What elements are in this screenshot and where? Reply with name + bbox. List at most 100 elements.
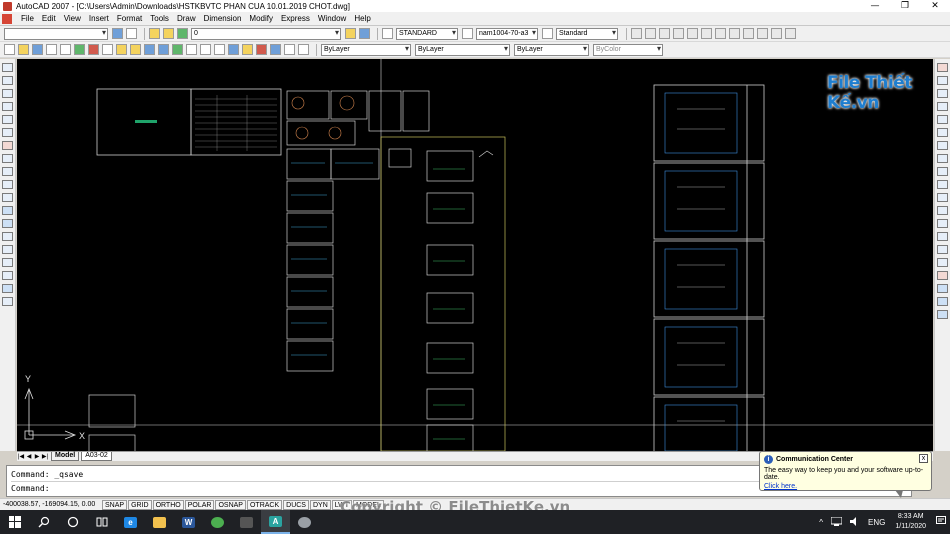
fillet-icon[interactable] — [937, 258, 948, 267]
text-style-dropdown[interactable]: STANDARD — [396, 27, 458, 40]
paste-icon[interactable] — [116, 44, 127, 55]
language-indicator[interactable]: ENG — [864, 518, 889, 527]
insert-block-icon[interactable] — [2, 206, 13, 215]
autocad-taskbar-icon[interactable]: A — [261, 510, 290, 534]
camera-app-icon[interactable] — [232, 510, 261, 534]
tool-palettes-icon[interactable] — [256, 44, 267, 55]
line-icon[interactable] — [2, 63, 13, 72]
ellipse-arc-icon[interactable] — [2, 193, 13, 202]
quick-dimension-icon[interactable] — [729, 28, 740, 39]
bubble-close-button[interactable]: x — [919, 454, 928, 463]
dimension-diameter-icon[interactable] — [701, 28, 712, 39]
plot-icon[interactable] — [46, 44, 57, 55]
dimension-ordinate-icon[interactable] — [673, 28, 684, 39]
stretch-icon[interactable] — [937, 167, 948, 176]
workspace-dropdown[interactable] — [4, 27, 108, 40]
redo-icon[interactable] — [158, 44, 169, 55]
layer-on-icon[interactable] — [163, 28, 174, 39]
open-file-icon[interactable] — [18, 44, 29, 55]
dimension-radius-icon[interactable] — [687, 28, 698, 39]
rectangle-icon[interactable] — [2, 115, 13, 124]
workspace-settings-icon[interactable] — [112, 28, 123, 39]
menu-view[interactable]: View — [60, 14, 85, 23]
menu-help[interactable]: Help — [350, 14, 374, 23]
dim-style-icon[interactable] — [462, 28, 473, 39]
linetype-dropdown[interactable]: ByLayer — [415, 43, 510, 56]
point-icon[interactable] — [2, 232, 13, 241]
move-icon[interactable] — [937, 128, 948, 137]
search-icon[interactable] — [29, 510, 58, 534]
layer-freeze-icon[interactable] — [177, 28, 188, 39]
circle-icon[interactable] — [2, 141, 13, 150]
spline-icon[interactable] — [2, 167, 13, 176]
region-icon[interactable] — [2, 271, 13, 280]
plot-preview-icon[interactable] — [60, 44, 71, 55]
gradient-icon[interactable] — [2, 258, 13, 267]
make-block-icon[interactable] — [2, 219, 13, 228]
array-icon[interactable] — [937, 115, 948, 124]
draw-order-icon[interactable] — [937, 284, 948, 293]
cortana-icon[interactable] — [58, 510, 87, 534]
break-at-point-icon[interactable] — [937, 206, 948, 215]
menu-window[interactable]: Window — [314, 14, 350, 23]
workspace-save-icon[interactable] — [126, 28, 137, 39]
offset-icon[interactable] — [937, 102, 948, 111]
dimension-baseline-icon[interactable] — [743, 28, 754, 39]
dimension-aligned-icon[interactable] — [645, 28, 656, 39]
revision-cloud-icon[interactable] — [2, 154, 13, 163]
ortho-toggle[interactable]: ORTHO — [152, 499, 184, 510]
explode-icon[interactable] — [937, 271, 948, 280]
layer-previous-icon[interactable] — [359, 28, 370, 39]
osnap-toggle[interactable]: OSNAP — [215, 499, 246, 510]
quick-leader-icon[interactable] — [771, 28, 782, 39]
menu-dimension[interactable]: Dimension — [200, 14, 246, 23]
new-file-icon[interactable] — [4, 44, 15, 55]
hatch-icon[interactable] — [2, 245, 13, 254]
mirror-icon[interactable] — [937, 89, 948, 98]
send-to-back-icon[interactable] — [937, 310, 948, 319]
table-style-icon[interactable] — [542, 28, 553, 39]
lineweight-dropdown[interactable]: ByLayer — [514, 43, 589, 56]
layer-manager-icon[interactable] — [149, 28, 160, 39]
table-icon[interactable] — [2, 284, 13, 293]
text-style-icon[interactable] — [382, 28, 393, 39]
bubble-click-here-link[interactable]: Click here. — [764, 483, 927, 490]
tab-next-button[interactable]: ▶ — [33, 453, 41, 460]
polar-toggle[interactable]: POLAR — [184, 499, 215, 510]
polyline-icon[interactable] — [2, 89, 13, 98]
start-button[interactable] — [0, 510, 29, 534]
dimension-continue-icon[interactable] — [757, 28, 768, 39]
multiline-text-icon[interactable] — [2, 297, 13, 306]
menu-edit[interactable]: Edit — [38, 14, 60, 23]
taskbar-clock[interactable]: 8:33 AM 1/11/2020 — [889, 512, 932, 532]
drawing-canvas[interactable]: Y X File Thiết Kế.vn — [17, 59, 933, 451]
ducs-toggle[interactable]: DUCS — [283, 499, 309, 510]
chamfer-icon[interactable] — [937, 245, 948, 254]
word-icon[interactable]: W — [174, 510, 203, 534]
bring-to-front-icon[interactable] — [937, 297, 948, 306]
properties-icon[interactable] — [228, 44, 239, 55]
save-icon[interactable] — [32, 44, 43, 55]
zoom-previous-icon[interactable] — [214, 44, 225, 55]
document-icon[interactable] — [2, 13, 12, 24]
zoom-window-icon[interactable] — [200, 44, 211, 55]
extend-icon[interactable] — [937, 193, 948, 202]
join-icon[interactable] — [937, 232, 948, 241]
copy-icon[interactable] — [102, 44, 113, 55]
design-center-icon[interactable] — [242, 44, 253, 55]
network-icon[interactable] — [827, 516, 846, 528]
table-style-dropdown[interactable]: Standard — [556, 27, 618, 40]
zoom-realtime-icon[interactable] — [186, 44, 197, 55]
file-explorer-icon[interactable] — [145, 510, 174, 534]
edge-browser-icon[interactable]: e — [116, 510, 145, 534]
markup-icon[interactable] — [284, 44, 295, 55]
dim-style-dropdown[interactable]: nam1004-70-a3 — [476, 27, 538, 40]
layer-dropdown[interactable]: 0 — [191, 27, 341, 40]
scale-icon[interactable] — [937, 154, 948, 163]
tab-last-button[interactable]: ▶| — [41, 453, 49, 460]
sheet-set-icon[interactable] — [270, 44, 281, 55]
task-view-icon[interactable] — [87, 510, 116, 534]
menu-draw[interactable]: Draw — [173, 14, 200, 23]
menu-format[interactable]: Format — [113, 14, 146, 23]
media-app-icon[interactable] — [290, 510, 319, 534]
